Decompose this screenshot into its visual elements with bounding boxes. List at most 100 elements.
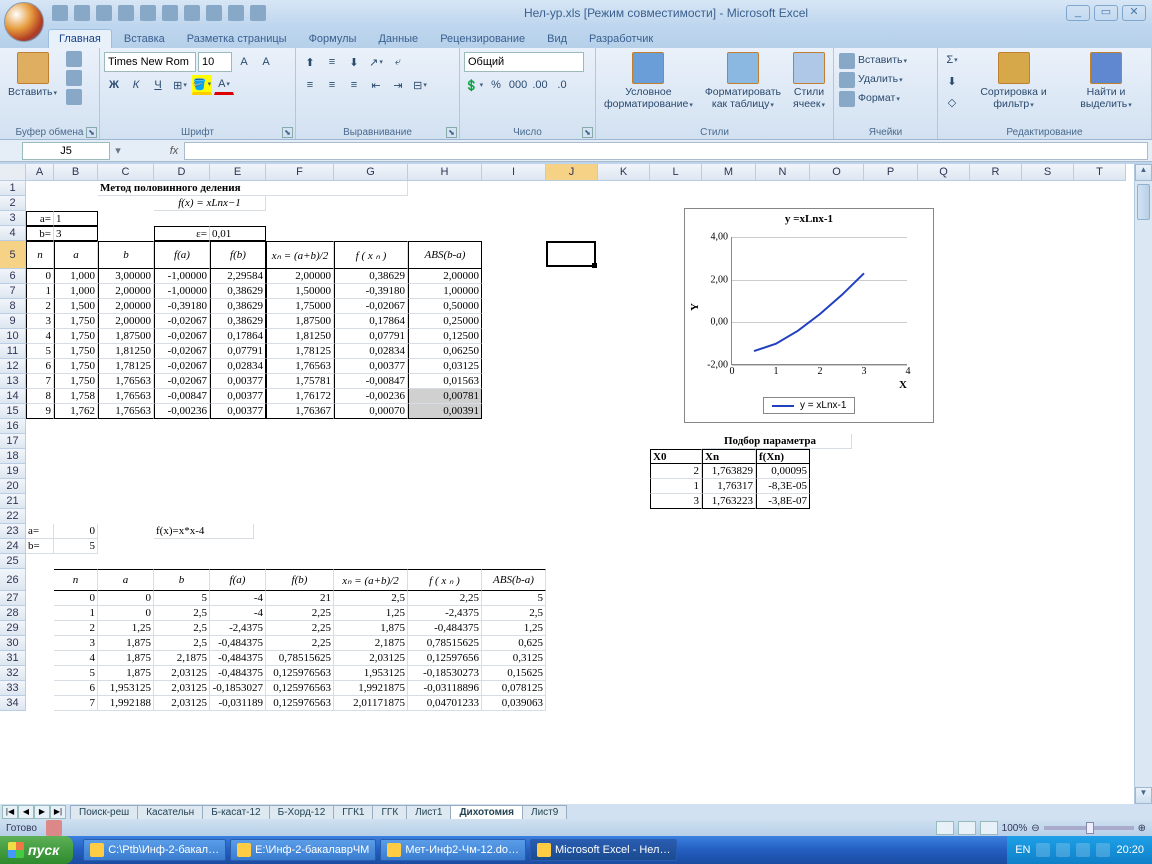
cell-G31[interactable]: 2,03125 [334,651,408,666]
col-header-R[interactable]: R [970,164,1022,181]
cell-N18[interactable]: f(Xn) [756,449,810,464]
cell-F6[interactable]: 2,00000 [266,269,334,284]
row-header-9[interactable]: 9 [0,314,26,329]
office-button[interactable] [4,2,44,42]
start-button[interactable]: пуск [0,836,73,864]
cell-G26[interactable]: xₙ = (a+b)/2 [334,569,408,591]
row-header-27[interactable]: 27 [0,591,26,606]
cell-E30[interactable]: -0,484375 [210,636,266,651]
cell-N21[interactable]: -3,8E-07 [756,494,810,509]
cell-C32[interactable]: 1,875 [98,666,154,681]
cell-H8[interactable]: 0,50000 [408,299,482,314]
cell-B30[interactable]: 3 [54,636,98,651]
cell-I27[interactable]: 5 [482,591,546,606]
scroll-up-icon[interactable]: ▲ [1135,164,1152,181]
cell-B31[interactable]: 4 [54,651,98,666]
cell-A24[interactable]: b= [26,539,54,554]
cell-B29[interactable]: 2 [54,621,98,636]
cell-H26[interactable]: f ( x ₙ ) [408,569,482,591]
cell-G34[interactable]: 2,01171875 [334,696,408,711]
insert-cells-button[interactable]: Вставить [838,52,907,70]
cell-H15[interactable]: 0,00391 [408,404,482,419]
cell-A10[interactable]: 4 [26,329,54,344]
cell-B26[interactable]: n [54,569,98,591]
cell-E7[interactable]: 0,38629 [210,284,266,299]
percent-icon[interactable]: % [486,75,506,95]
cell-D26[interactable]: b [154,569,210,591]
cell-F31[interactable]: 0,78515625 [266,651,334,666]
cell-H5[interactable]: ABS(b-a) [408,241,482,269]
cell-F34[interactable]: 0,125976563 [266,696,334,711]
formula-bar[interactable] [184,142,1148,160]
print-preview-icon[interactable] [162,5,178,21]
cell-H6[interactable]: 2,00000 [408,269,482,284]
clear-icon[interactable]: ◇ [942,92,962,112]
cell-I29[interactable]: 1,25 [482,621,546,636]
cell-C26[interactable]: a [98,569,154,591]
col-header-M[interactable]: M [702,164,756,181]
ribbon-tab-5[interactable]: Рецензирование [430,30,535,48]
cell-F7[interactable]: 1,50000 [266,284,334,299]
cell-A12[interactable]: 6 [26,359,54,374]
fx-button[interactable]: fx [164,145,184,157]
cell-H28[interactable]: -2,4375 [408,606,482,621]
tray-icon-3[interactable] [1076,843,1090,857]
wrap-text-icon[interactable]: ⤶ [388,52,408,72]
increase-indent-icon[interactable]: ⇥ [388,75,408,95]
col-header-O[interactable]: O [810,164,864,181]
maximize-button[interactable]: ▭ [1094,5,1118,21]
format-as-table-button[interactable]: Форматировать как таблицу [701,50,785,114]
comma-icon[interactable]: 000 [508,75,528,95]
cell-C7[interactable]: 2,00000 [98,284,154,299]
col-header-H[interactable]: H [408,164,482,181]
copy-icon[interactable] [66,70,82,86]
cell-D13[interactable]: -0,02067 [154,374,210,389]
cell-F32[interactable]: 0,125976563 [266,666,334,681]
ribbon-tab-3[interactable]: Формулы [299,30,367,48]
col-header-P[interactable]: P [864,164,918,181]
minimize-button[interactable]: _ [1066,5,1090,21]
row-header-24[interactable]: 24 [0,539,26,554]
row-header-11[interactable]: 11 [0,344,26,359]
row-header-21[interactable]: 21 [0,494,26,509]
close-button[interactable]: ✕ [1122,5,1146,21]
cell-E9[interactable]: 0,38629 [210,314,266,329]
sort-asc-icon[interactable] [184,5,200,21]
cell-D11[interactable]: -0,02067 [154,344,210,359]
cell-D4[interactable]: ε= [154,226,210,241]
zoom-out-button[interactable]: ⊖ [1031,823,1039,834]
cell-A3[interactable]: a= [26,211,54,226]
taskbar-item-3[interactable]: Microsoft Excel - Нел… [530,839,677,861]
cell-D28[interactable]: 2,5 [154,606,210,621]
row-header-19[interactable]: 19 [0,464,26,479]
chart-icon[interactable] [228,5,244,21]
cell-A14[interactable]: 8 [26,389,54,404]
cell-styles-button[interactable]: Стили ячеек [789,50,829,114]
embedded-chart[interactable]: y =xLnx-1-2,000,002,004,0001234YXy = xLn… [684,208,934,423]
row-header-18[interactable]: 18 [0,449,26,464]
cell-D15[interactable]: -0,00236 [154,404,210,419]
cell-E33[interactable]: -0,1853027 [210,681,266,696]
row-header-3[interactable]: 3 [0,211,26,226]
sheet-tab-5[interactable]: ГГК [372,805,407,819]
cell-G13[interactable]: -0,00847 [334,374,408,389]
number-format-combo[interactable] [464,52,584,72]
cell-M17[interactable]: Подбор параметра [702,434,852,449]
cell-G29[interactable]: 1,875 [334,621,408,636]
row-header-15[interactable]: 15 [0,404,26,419]
cell-G15[interactable]: 0,00070 [334,404,408,419]
cell-B8[interactable]: 1,500 [54,299,98,314]
cell-B3[interactable]: 1 [54,211,98,226]
cell-E14[interactable]: 0,00377 [210,389,266,404]
row-header-17[interactable]: 17 [0,434,26,449]
row-header-16[interactable]: 16 [0,419,26,434]
cell-E8[interactable]: 0,38629 [210,299,266,314]
cell-F8[interactable]: 1,75000 [266,299,334,314]
cell-D12[interactable]: -0,02067 [154,359,210,374]
cell-F13[interactable]: 1,75781 [266,374,334,389]
macro-record-icon[interactable] [46,820,62,836]
cell-H12[interactable]: 0,03125 [408,359,482,374]
col-header-K[interactable]: K [598,164,650,181]
col-header-J[interactable]: J [546,164,598,181]
cell-B33[interactable]: 6 [54,681,98,696]
